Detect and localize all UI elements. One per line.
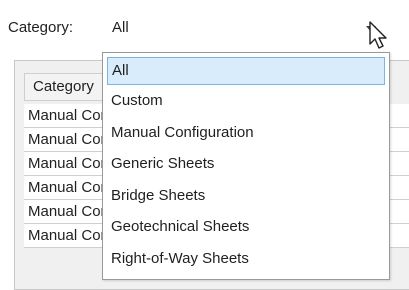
table-cell: Manual Configuration [28,179,108,196]
mouse-cursor-icon [369,21,387,49]
category-combobox[interactable]: All [102,14,394,44]
dropdown-option-right-of-way-sheets[interactable]: Right-of-Way Sheets [103,243,389,275]
category-selected-value: All [112,19,129,36]
table-cell: Manual Configuration [28,203,108,220]
table-cell: Manual Configuration [28,227,108,244]
dropdown-option-generic-sheets[interactable]: Generic Sheets [103,148,389,180]
dropdown-option-all[interactable]: All [107,57,385,85]
category-dropdown-list[interactable]: All Custom Manual Configuration Generic … [102,52,390,280]
table-cell: Manual Configuration [28,107,108,124]
table-cell: Manual Configuration [28,131,108,148]
category-label: Category: [8,19,74,36]
dropdown-option-manual-configuration[interactable]: Manual Configuration [103,117,389,149]
table-cell: Manual Configuration [28,155,108,172]
dropdown-option-custom[interactable]: Custom [103,85,389,117]
dropdown-option-bridge-sheets[interactable]: Bridge Sheets [103,180,389,212]
dropdown-option-geotechnical-sheets[interactable]: Geotechnical Sheets [103,211,389,243]
